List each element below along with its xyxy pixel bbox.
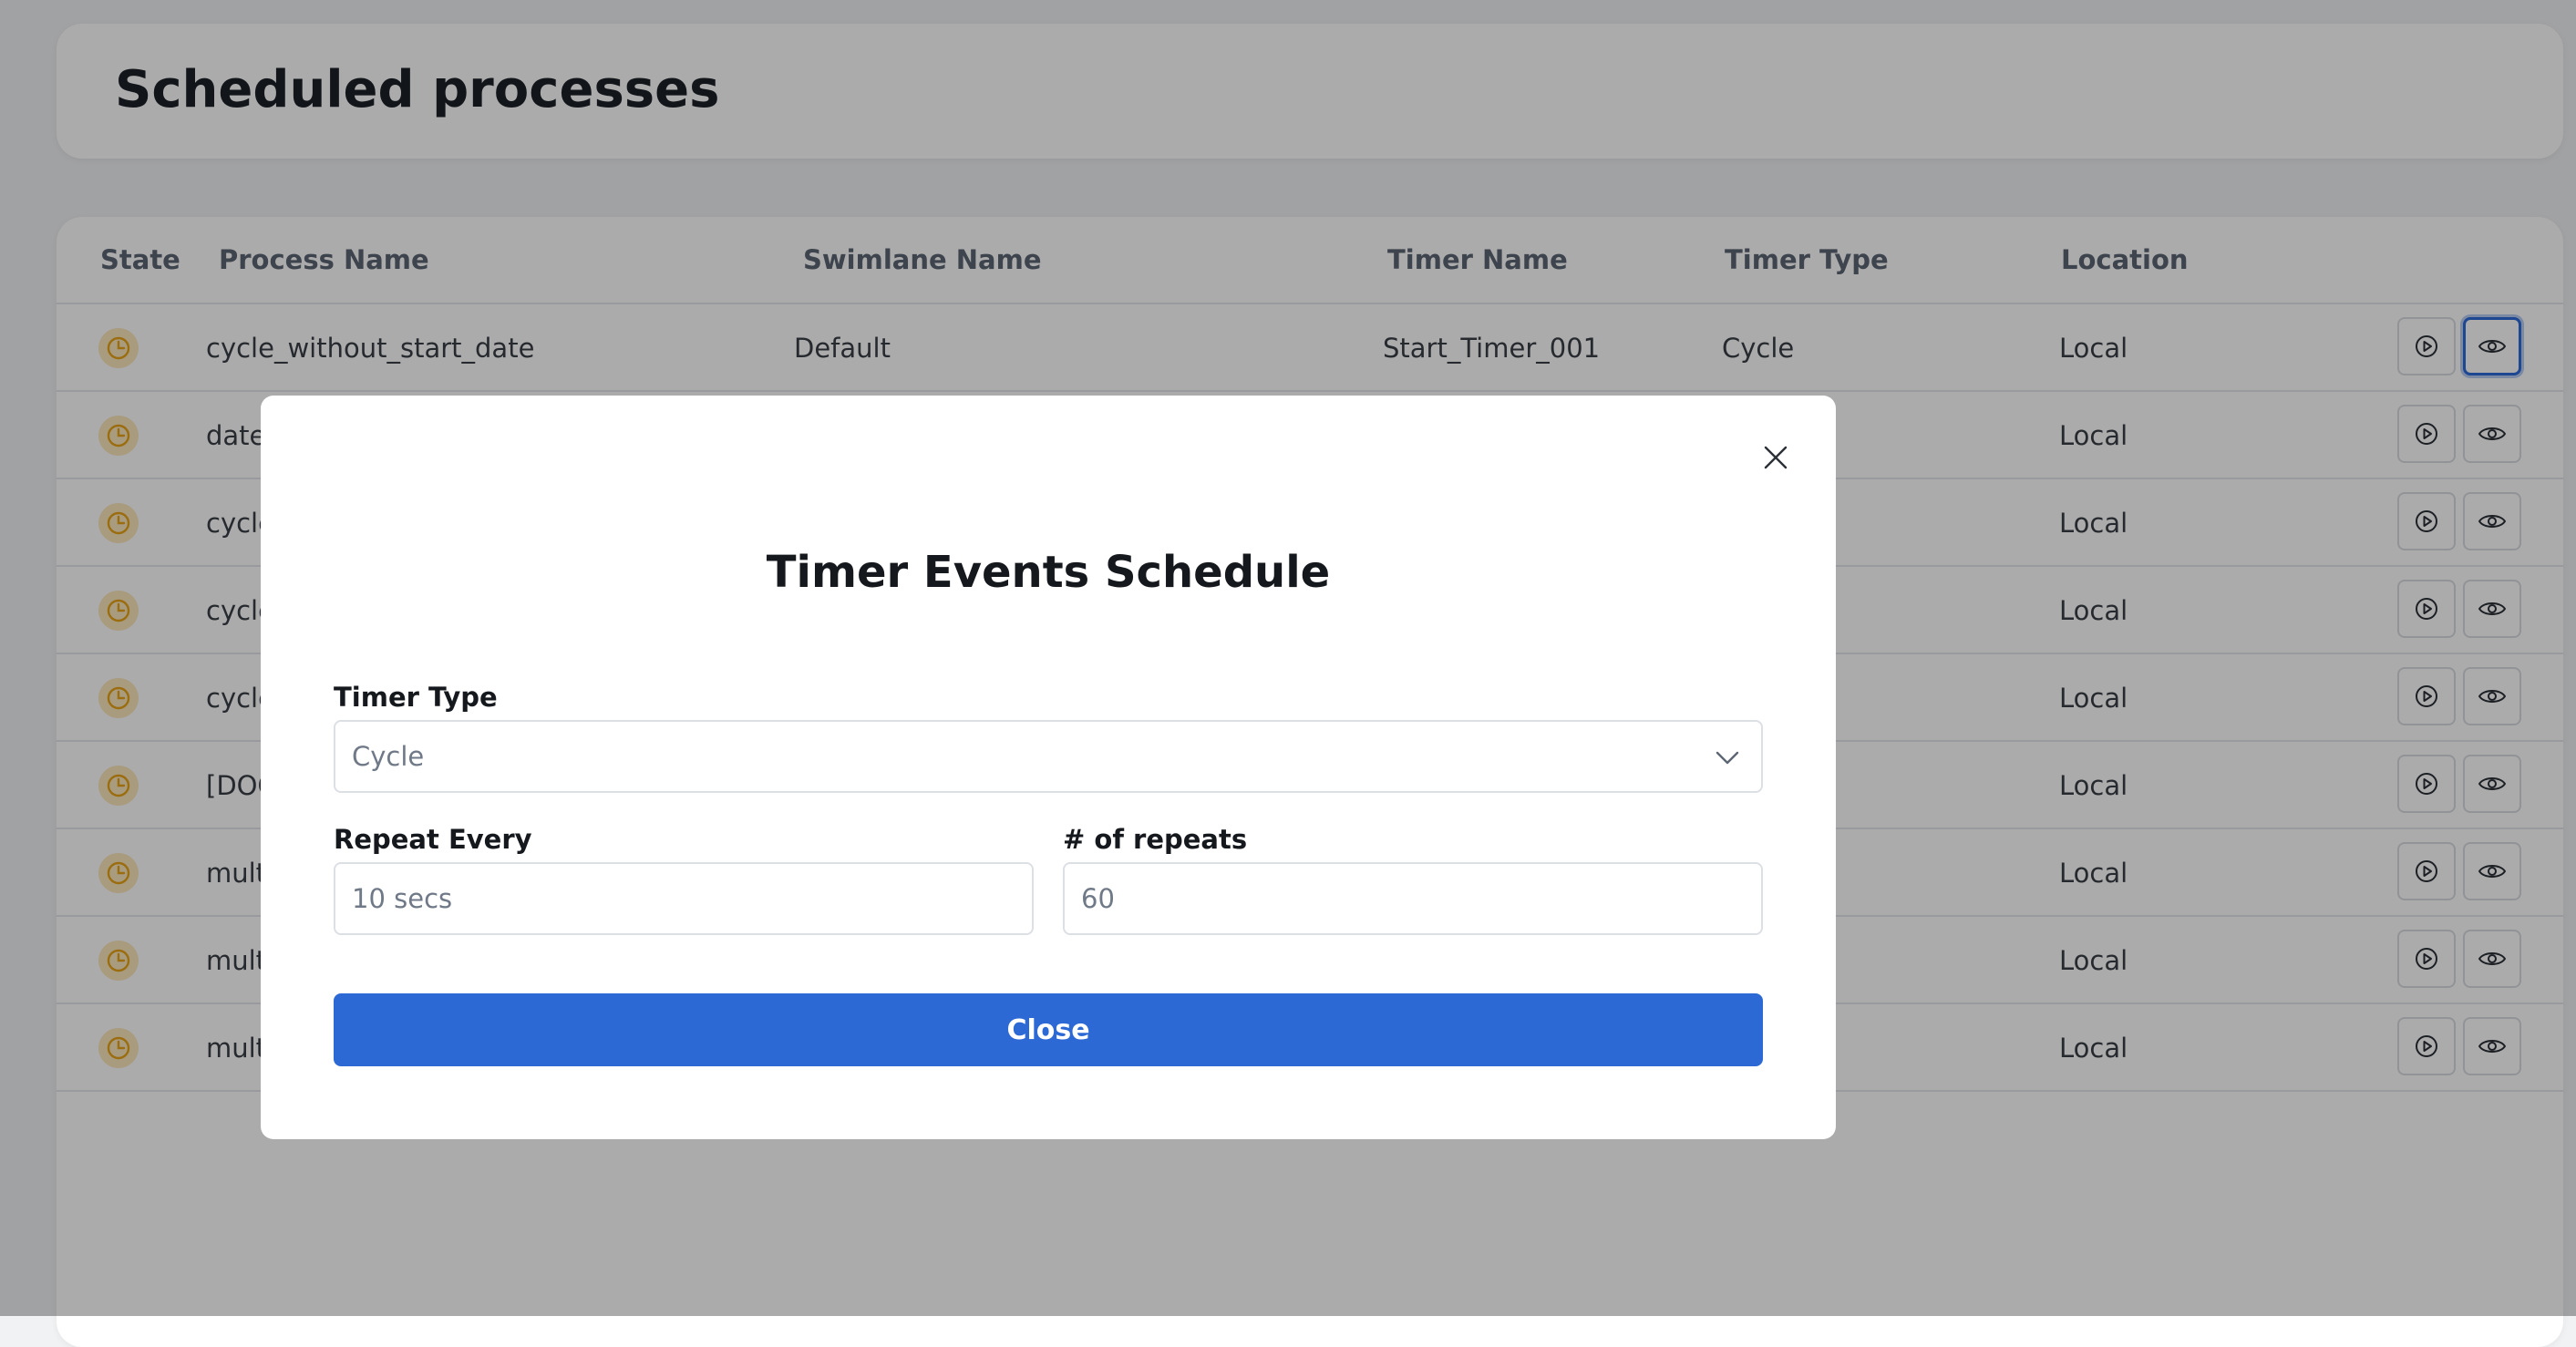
repeat-every-label: Repeat Every: [334, 824, 532, 855]
timer-type-value: Cycle: [352, 741, 424, 772]
timer-type-label: Timer Type: [334, 682, 498, 713]
repeat-every-input[interactable]: [334, 862, 1034, 935]
chevron-down-icon: [1714, 744, 1741, 771]
close-button[interactable]: Close: [334, 993, 1763, 1066]
scheduled-processes-page: Scheduled processes State Process Name S…: [0, 0, 2576, 1316]
repeats-label: # of repeats: [1063, 824, 1247, 855]
timer-type-select[interactable]: Cycle: [334, 720, 1763, 793]
modal-title: Timer Events Schedule: [261, 547, 1836, 598]
repeats-input[interactable]: [1063, 862, 1763, 935]
close-icon[interactable]: [1754, 436, 1798, 479]
